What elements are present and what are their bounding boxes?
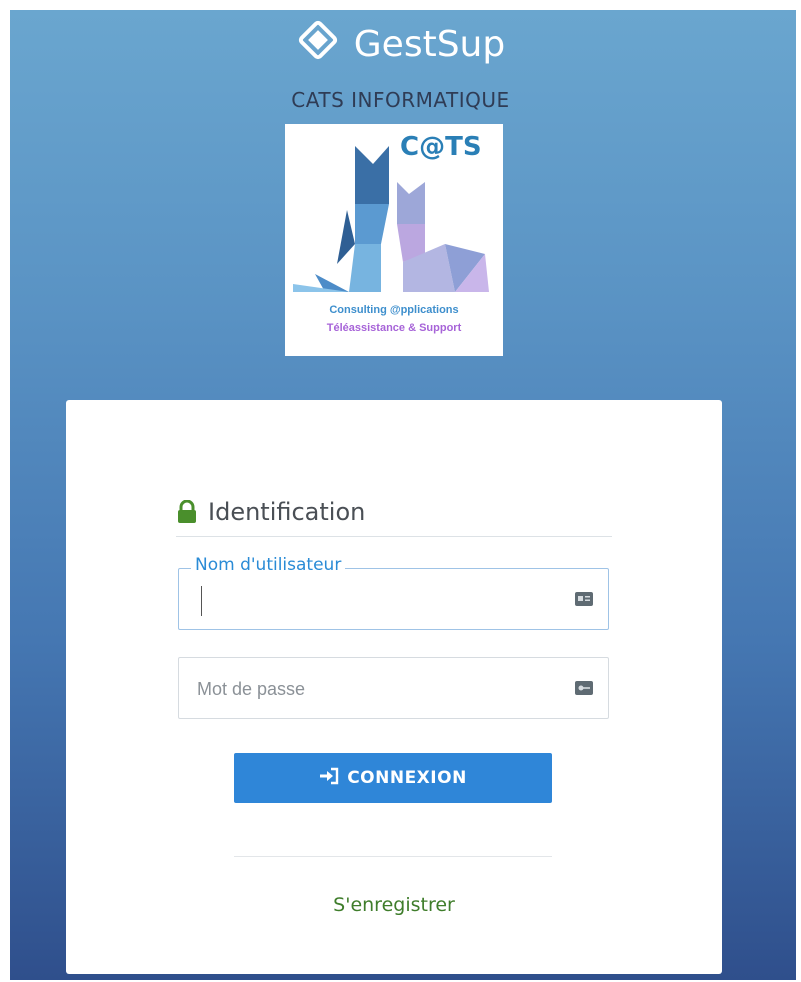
sign-in-icon	[319, 767, 339, 790]
divider	[234, 856, 552, 857]
password-input[interactable]	[195, 670, 559, 708]
register-link[interactable]: S'enregistrer	[66, 894, 722, 916]
id-card-icon	[574, 589, 594, 609]
company-name: CATS INFORMATIQUE	[291, 88, 510, 112]
company-logo: C@TS Consulting @pplications Téléassista…	[285, 124, 503, 356]
app-brand: GestSup	[0, 18, 801, 71]
login-card: Identification Nom d'utilisateur CONNEXI…	[66, 400, 722, 974]
lock-icon	[176, 500, 198, 524]
username-field[interactable]: Nom d'utilisateur	[178, 555, 609, 630]
username-input[interactable]	[195, 581, 559, 619]
logo-title: C@TS	[400, 132, 482, 162]
username-label: Nom d'utilisateur	[191, 555, 346, 575]
text-caret	[201, 586, 202, 616]
connexion-label: CONNEXION	[347, 768, 467, 788]
diamond-ticket-icon	[296, 18, 340, 71]
logo-tagline-2: Téléassistance & Support	[326, 322, 462, 334]
login-heading-text: Identification	[208, 498, 366, 526]
login-heading: Identification	[176, 498, 612, 537]
connexion-button[interactable]: CONNEXION	[234, 753, 552, 803]
password-field[interactable]	[178, 657, 609, 719]
key-icon	[574, 678, 594, 698]
app-name: GestSup	[353, 24, 506, 65]
logo-tagline-1: Consulting @pplications	[329, 304, 459, 316]
